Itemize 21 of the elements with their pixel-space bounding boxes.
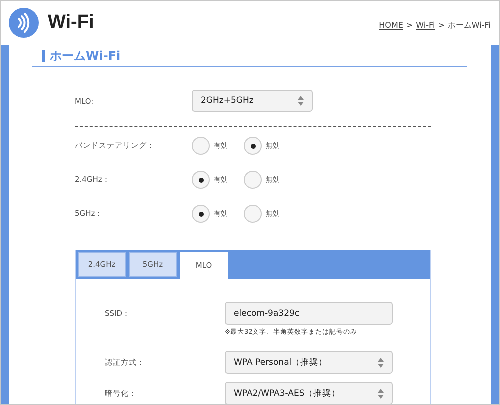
radio-button[interactable] [244,205,262,223]
breadcrumb-text: ホームWi-Fi [448,20,491,30]
radio-button[interactable] [244,171,262,189]
stepper-arrows-icon [378,388,384,398]
stepper-arrows-icon [298,96,304,106]
breadcrumb-text: > [406,20,414,30]
field-select[interactable]: WPA2/WPA3-AES（推奨） [225,382,393,404]
wifi-logo-icon [9,8,39,38]
radio-button[interactable] [244,137,262,155]
field-select[interactable]: WPA Personal（推奨） [225,351,393,374]
mlo-select[interactable]: 2GHz+5GHz [192,90,313,112]
breadcrumb-link[interactable]: HOME [379,20,404,30]
radio-button[interactable] [192,171,210,189]
page-title: Wi-Fi [48,12,94,34]
stepper-arrows-icon [378,358,384,368]
radio-button[interactable] [192,137,210,155]
section-title: ホームWi-Fi [42,50,121,62]
breadcrumb-link[interactable]: Wi-Fi [416,20,436,30]
ssid-input[interactable]: elecom-9a329c [225,302,393,325]
radio-button[interactable] [192,205,210,223]
breadcrumb-text: > [438,20,445,30]
